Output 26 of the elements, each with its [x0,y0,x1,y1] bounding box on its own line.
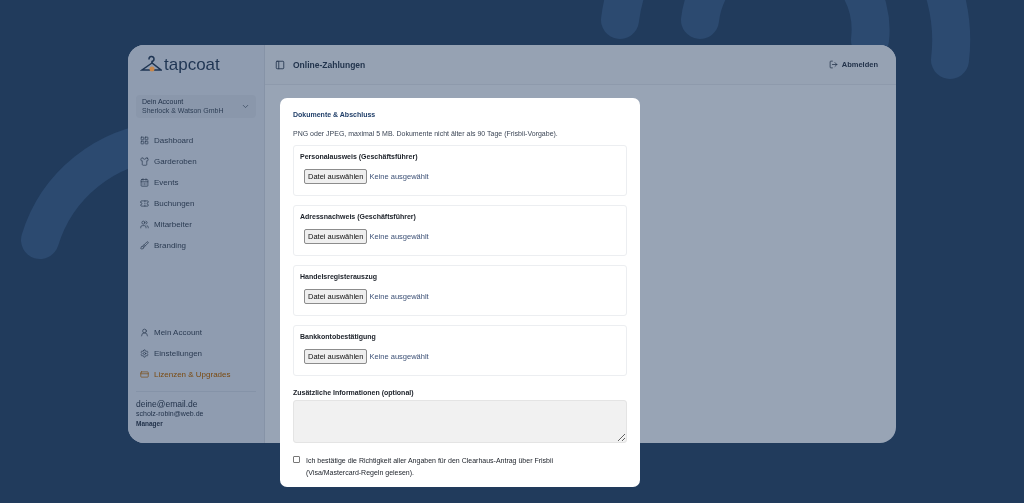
sidebar-item[interactable]: Lizenzen & Upgrades [136,364,256,385]
calendar-icon [140,178,149,187]
user-email: deine@email.de [136,400,199,409]
settings-icon [140,349,149,358]
logout-icon [828,60,838,69]
sidebar-item[interactable]: Branding [136,235,256,256]
brand-name: tapcoat [164,55,220,75]
sidebar-item[interactable]: Dashboard [136,130,256,151]
user-icon [140,328,149,337]
sidebar-item[interactable]: Garderoben [136,151,256,172]
users-icon [140,220,149,229]
notes-field[interactable] [293,400,627,443]
ticket-icon [140,199,149,208]
sidebar-item[interactable]: Mitarbeiter [136,214,256,235]
chevron-down-icon [241,102,250,111]
page-title: Online-Zahlungen [293,59,367,70]
grid-icon [140,136,149,145]
confirm-checkbox[interactable] [293,456,300,463]
panel-toggle-icon[interactable] [275,59,285,70]
sidebar-item[interactable]: Buchungen [136,193,256,214]
brush-icon [140,241,149,250]
sidebar-item[interactable]: Mein Account [136,322,256,343]
shirt-icon [140,157,149,166]
sidebar-item[interactable]: Events [136,172,256,193]
sidebar-item[interactable]: Einstellungen [136,343,256,364]
credit-card-icon [140,370,149,379]
